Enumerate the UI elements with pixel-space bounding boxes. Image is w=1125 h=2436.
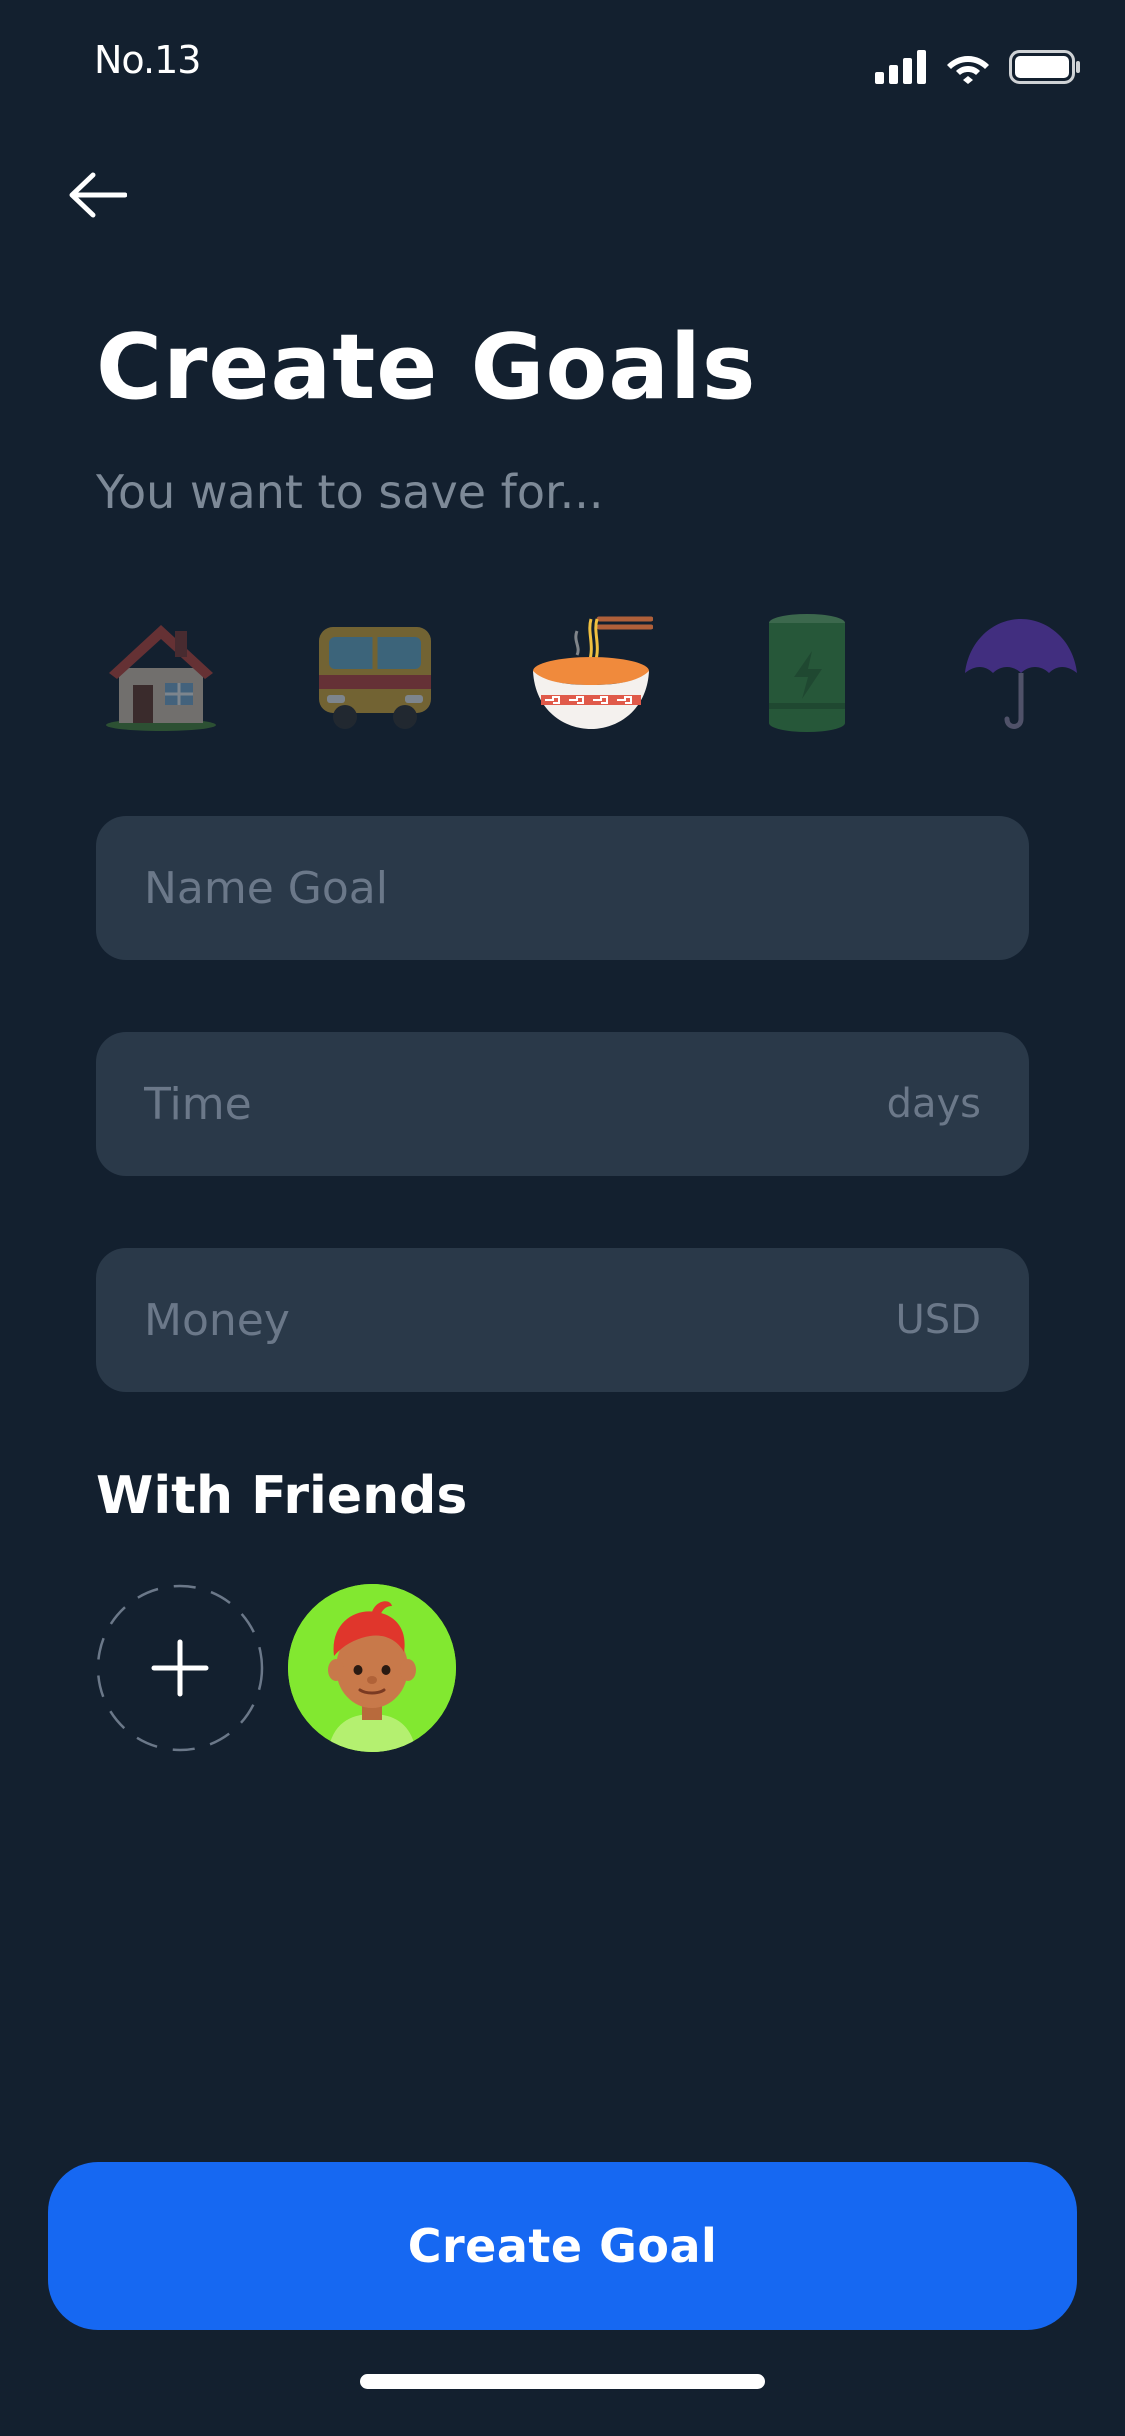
category-noodles[interactable]	[526, 600, 656, 745]
category-umbrella[interactable]	[956, 600, 1086, 745]
create-goal-button[interactable]: Create Goal	[48, 2162, 1077, 2330]
house-icon	[106, 624, 216, 731]
noodle-bowl-icon	[533, 616, 653, 729]
arrow-left-icon	[69, 172, 127, 218]
status-icons	[875, 50, 1081, 84]
time-unit-label: days	[886, 1081, 981, 1127]
friend-avatar[interactable]	[288, 1584, 456, 1752]
money-input[interactable]	[144, 1294, 784, 1346]
battery-icon	[769, 613, 845, 732]
battery-status-icon	[1009, 50, 1080, 84]
name-goal-input[interactable]	[144, 862, 784, 914]
category-house[interactable]	[96, 600, 226, 745]
page-title: Create Goals	[96, 315, 757, 420]
friends-section-title: With Friends	[96, 1466, 468, 1526]
add-friend-button[interactable]	[96, 1584, 264, 1752]
money-field[interactable]: USD	[96, 1248, 1029, 1392]
friend-avatar-icon	[288, 1584, 456, 1752]
wifi-icon	[947, 56, 989, 84]
bus-icon	[319, 626, 431, 729]
name-goal-field[interactable]	[96, 816, 1029, 960]
page-subtitle: You want to save for...	[96, 465, 604, 519]
category-bus[interactable]	[310, 600, 440, 745]
category-battery[interactable]	[742, 600, 872, 745]
plus-icon	[151, 1639, 209, 1697]
time-input[interactable]	[144, 1078, 784, 1130]
umbrella-icon	[965, 618, 1077, 729]
time-field[interactable]: days	[96, 1032, 1029, 1176]
money-unit-label: USD	[895, 1297, 981, 1343]
signal-icon	[875, 50, 926, 84]
category-row	[96, 600, 1125, 745]
status-bar: No.13	[0, 0, 1125, 130]
home-indicator	[360, 2374, 765, 2389]
status-time: No.13	[94, 38, 201, 82]
back-button[interactable]	[62, 160, 132, 230]
